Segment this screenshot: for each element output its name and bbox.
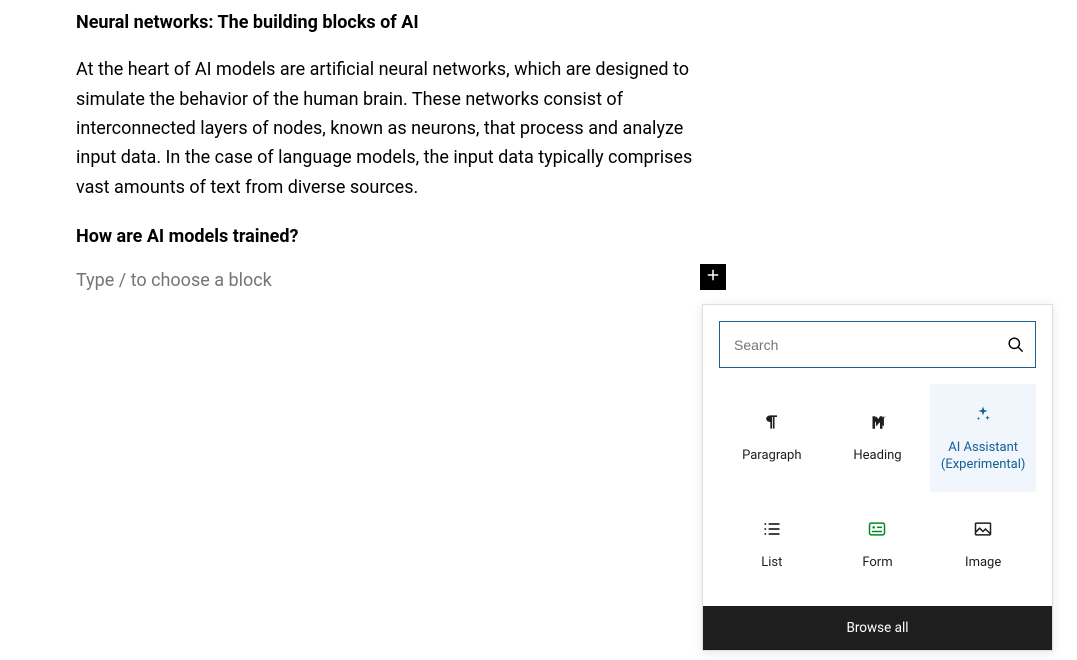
- search-input[interactable]: [720, 322, 995, 367]
- block-image[interactable]: Image: [930, 492, 1036, 598]
- plus-icon: [704, 266, 722, 288]
- block-list-label: List: [761, 555, 782, 572]
- content-paragraph-1[interactable]: At the heart of AI models are artificial…: [76, 55, 700, 202]
- sparkle-icon: [971, 402, 995, 426]
- image-icon: [971, 517, 995, 541]
- block-list[interactable]: List: [719, 492, 825, 598]
- heading-icon: [865, 410, 889, 434]
- block-paragraph[interactable]: Paragraph: [719, 384, 825, 492]
- list-icon: [760, 517, 784, 541]
- content-heading-2[interactable]: How are AI models trained?: [76, 224, 700, 249]
- block-heading-label: Heading: [853, 448, 901, 465]
- add-block-button[interactable]: [700, 264, 726, 290]
- block-paragraph-label: Paragraph: [742, 448, 801, 465]
- paragraph-icon: [760, 410, 784, 434]
- block-placeholder[interactable]: Type / to choose a block: [76, 270, 700, 291]
- search-field: [719, 321, 1036, 368]
- block-ai-assistant[interactable]: AI Assistant (Experimental): [930, 384, 1036, 492]
- block-heading[interactable]: Heading: [825, 384, 931, 492]
- browse-all-button[interactable]: Browse all: [703, 606, 1052, 650]
- form-icon: [865, 517, 889, 541]
- block-inserter-popover: Paragraph Heading AI Assistant (Experime…: [702, 304, 1053, 651]
- block-form[interactable]: Form: [825, 492, 931, 598]
- block-image-label: Image: [965, 555, 1001, 572]
- content-heading-1[interactable]: Neural networks: The building blocks of …: [76, 10, 700, 35]
- block-form-label: Form: [862, 555, 892, 572]
- search-icon: [995, 322, 1035, 367]
- block-ai-assistant-label: AI Assistant (Experimental): [934, 440, 1032, 474]
